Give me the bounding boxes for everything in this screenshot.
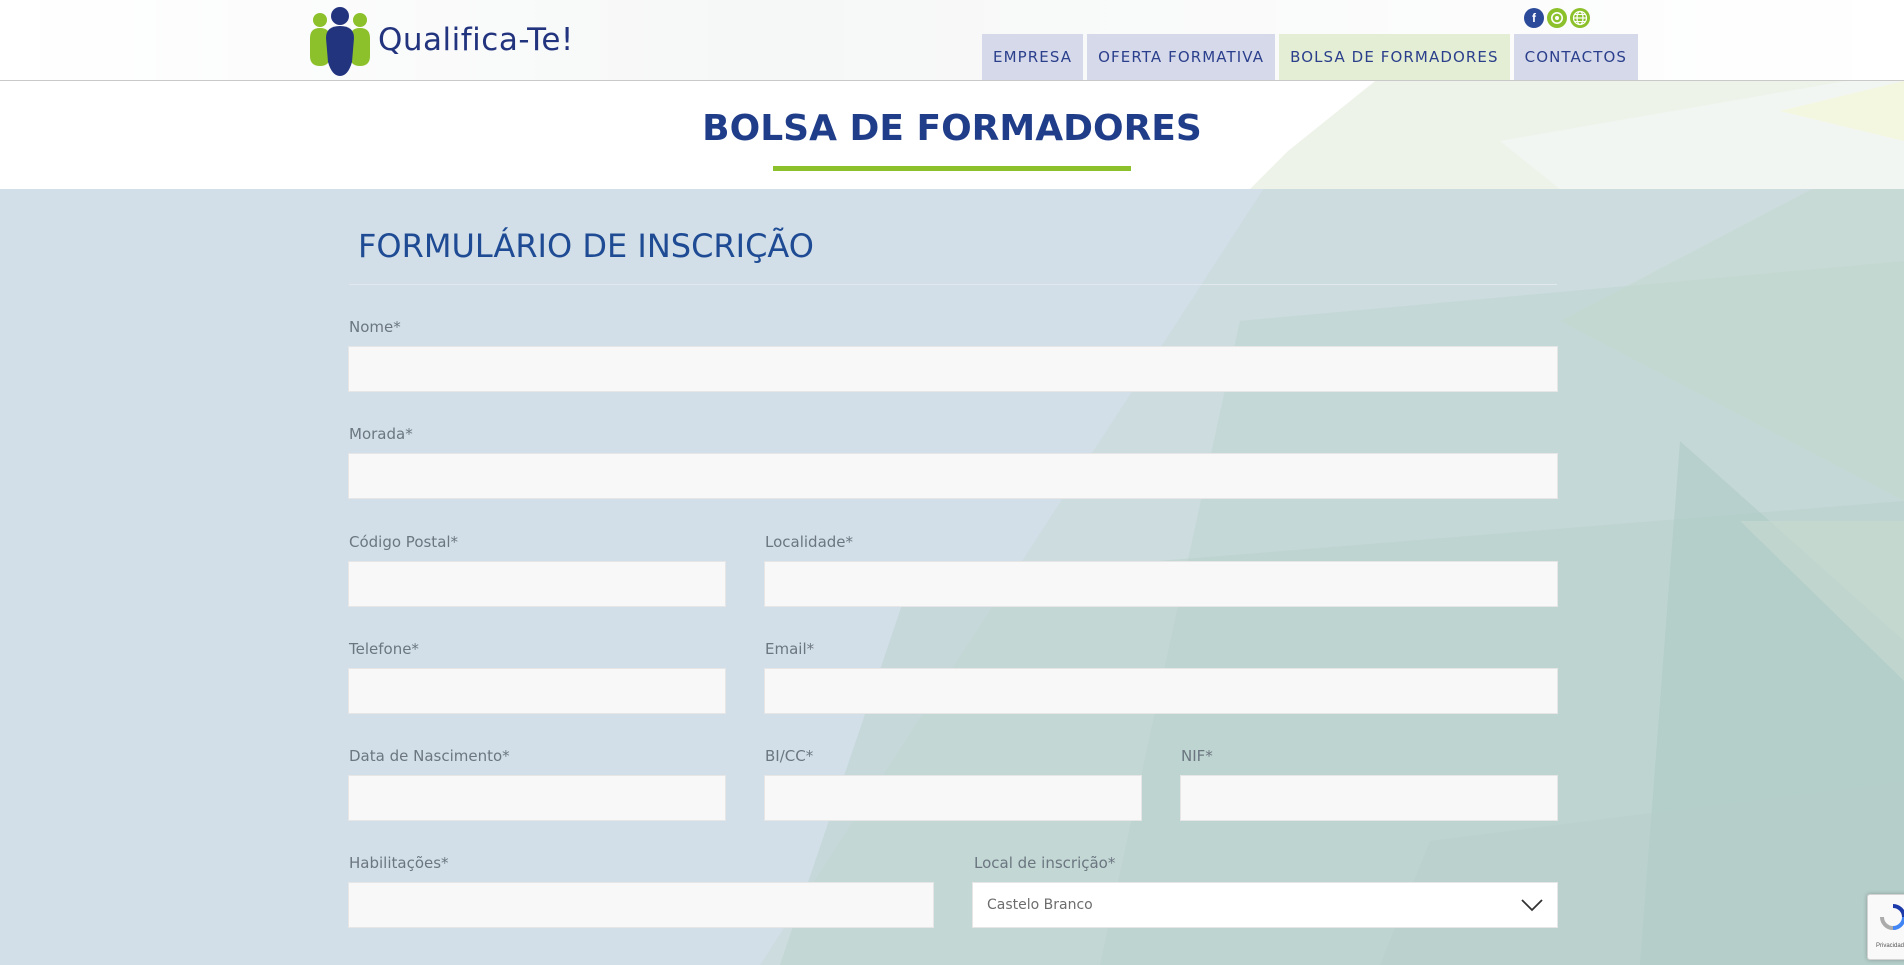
- page-title: BOLSA DE FORMADORES: [702, 108, 1202, 149]
- telefone-label: Telefone*: [349, 640, 419, 658]
- form-title: FORMULÁRIO DE INSCRIÇÃO: [358, 227, 814, 265]
- nav-item-bolsa-de-formadores[interactable]: BOLSA DE FORMADORES: [1279, 34, 1510, 80]
- brand-logo[interactable]: Qualifica-Te!: [308, 3, 574, 77]
- title-underline: [773, 166, 1131, 171]
- recaptcha-icon: [1880, 904, 1904, 930]
- morada-input[interactable]: [348, 453, 1558, 499]
- email-icon[interactable]: [1547, 8, 1567, 28]
- localidade-input[interactable]: [764, 561, 1558, 607]
- habilitacoes-label: Habilitações*: [349, 854, 449, 872]
- chevron-down-icon: [1521, 899, 1543, 912]
- morada-label: Morada*: [349, 425, 413, 443]
- habilitacoes-input[interactable]: [348, 882, 934, 928]
- social-links: f: [1524, 8, 1590, 28]
- data-nascimento-input[interactable]: [348, 775, 726, 821]
- recaptcha-privacy-text: Privacidade: [1876, 943, 1904, 949]
- main-nav: EMPRESA OFERTA FORMATIVA BOLSA DE FORMAD…: [982, 34, 1638, 80]
- nif-label: NIF*: [1181, 747, 1213, 765]
- localidade-label: Localidade*: [765, 533, 854, 551]
- title-band: BOLSA DE FORMADORES: [0, 81, 1904, 189]
- globe-icon[interactable]: [1570, 8, 1590, 28]
- site-header: Qualifica-Te! f EMPRESA OFERTA FORMATIVA: [0, 0, 1904, 81]
- codigo-postal-input[interactable]: [348, 561, 726, 607]
- nav-item-contactos[interactable]: CONTACTOS: [1513, 34, 1638, 80]
- local-inscricao-selected: Castelo Branco: [987, 897, 1093, 913]
- telefone-input[interactable]: [348, 668, 726, 714]
- email-label: Email*: [765, 640, 815, 658]
- bi-cc-input[interactable]: [764, 775, 1142, 821]
- facebook-icon[interactable]: f: [1524, 8, 1544, 28]
- next-field-label-fragment: [349, 956, 409, 962]
- email-input[interactable]: [764, 668, 1558, 714]
- nif-input[interactable]: [1180, 775, 1558, 821]
- recaptcha-badge[interactable]: Privacidade: [1867, 894, 1904, 960]
- nome-label: Nome*: [349, 318, 401, 336]
- nav-item-oferta-formativa[interactable]: OFERTA FORMATIVA: [1087, 34, 1276, 80]
- data-nascimento-label: Data de Nascimento*: [349, 747, 510, 765]
- registration-form: FORMULÁRIO DE INSCRIÇÃO Nome* Morada* Có…: [0, 189, 1904, 965]
- local-inscricao-select[interactable]: Castelo Branco: [972, 882, 1558, 928]
- local-inscricao-label: Local de inscrição*: [974, 854, 1116, 872]
- logo-figures-icon: [310, 7, 370, 76]
- bi-cc-label: BI/CC*: [765, 747, 814, 765]
- nav-item-empresa[interactable]: EMPRESA: [982, 34, 1084, 80]
- codigo-postal-label: Código Postal*: [349, 533, 459, 551]
- globe-glyph-icon: [1571, 9, 1589, 27]
- form-title-divider: [349, 284, 1557, 285]
- email-glyph-icon: [1548, 9, 1566, 27]
- nome-input[interactable]: [348, 346, 1558, 392]
- brand-name: Qualifica-Te!: [378, 22, 574, 58]
